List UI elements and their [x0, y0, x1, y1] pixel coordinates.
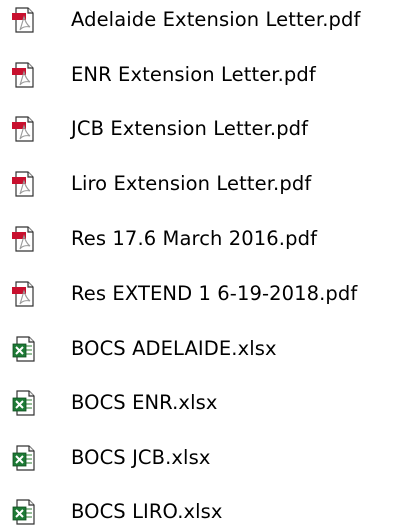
- pdf-file-icon: [10, 169, 38, 199]
- file-name: BOCS JCB.xlsx: [71, 446, 211, 469]
- excel-file-icon: [10, 443, 38, 473]
- file-row-enr-extension-letter-pdf[interactable]: ENR Extension Letter.pdf: [0, 55, 397, 95]
- pdf-file-icon: [10, 279, 38, 309]
- file-row-bocs-adelaide-xlsx[interactable]: BOCS ADELAIDE.xlsx: [0, 329, 397, 369]
- excel-file-icon: [10, 388, 38, 418]
- file-row-res-extend-1-pdf[interactable]: Res EXTEND 1 6-19-2018.pdf: [0, 274, 397, 314]
- file-name: Liro Extension Letter.pdf: [71, 172, 312, 195]
- pdf-file-icon: [10, 60, 38, 90]
- excel-file-icon: [10, 334, 38, 364]
- file-name: Adelaide Extension Letter.pdf: [71, 8, 361, 31]
- file-name: BOCS ENR.xlsx: [71, 391, 218, 414]
- file-name: BOCS LIRO.xlsx: [71, 500, 223, 523]
- file-name: Res EXTEND 1 6-19-2018.pdf: [71, 282, 358, 305]
- file-row-jcb-extension-letter-pdf[interactable]: JCB Extension Letter.pdf: [0, 109, 397, 149]
- file-row-bocs-liro-xlsx[interactable]: BOCS LIRO.xlsx: [0, 492, 397, 532]
- excel-file-icon: [10, 497, 38, 527]
- file-name: BOCS ADELAIDE.xlsx: [71, 337, 277, 360]
- file-name: JCB Extension Letter.pdf: [71, 117, 309, 140]
- file-row-res-17-6-march-2016-pdf[interactable]: Res 17.6 March 2016.pdf: [0, 219, 397, 259]
- pdf-file-icon: [10, 114, 38, 144]
- file-row-adelaide-extension-letter-pdf[interactable]: Adelaide Extension Letter.pdf: [0, 0, 397, 40]
- file-row-liro-extension-letter-pdf[interactable]: Liro Extension Letter.pdf: [0, 164, 397, 204]
- file-list: Adelaide Extension Letter.pdf ENR Extens…: [0, 0, 397, 525]
- file-row-bocs-enr-xlsx[interactable]: BOCS ENR.xlsx: [0, 383, 397, 423]
- file-row-bocs-jcb-xlsx[interactable]: BOCS JCB.xlsx: [0, 438, 397, 478]
- pdf-file-icon: [10, 224, 38, 254]
- file-name: ENR Extension Letter.pdf: [71, 63, 316, 86]
- file-name: Res 17.6 March 2016.pdf: [71, 227, 318, 250]
- pdf-file-icon: [10, 5, 38, 35]
